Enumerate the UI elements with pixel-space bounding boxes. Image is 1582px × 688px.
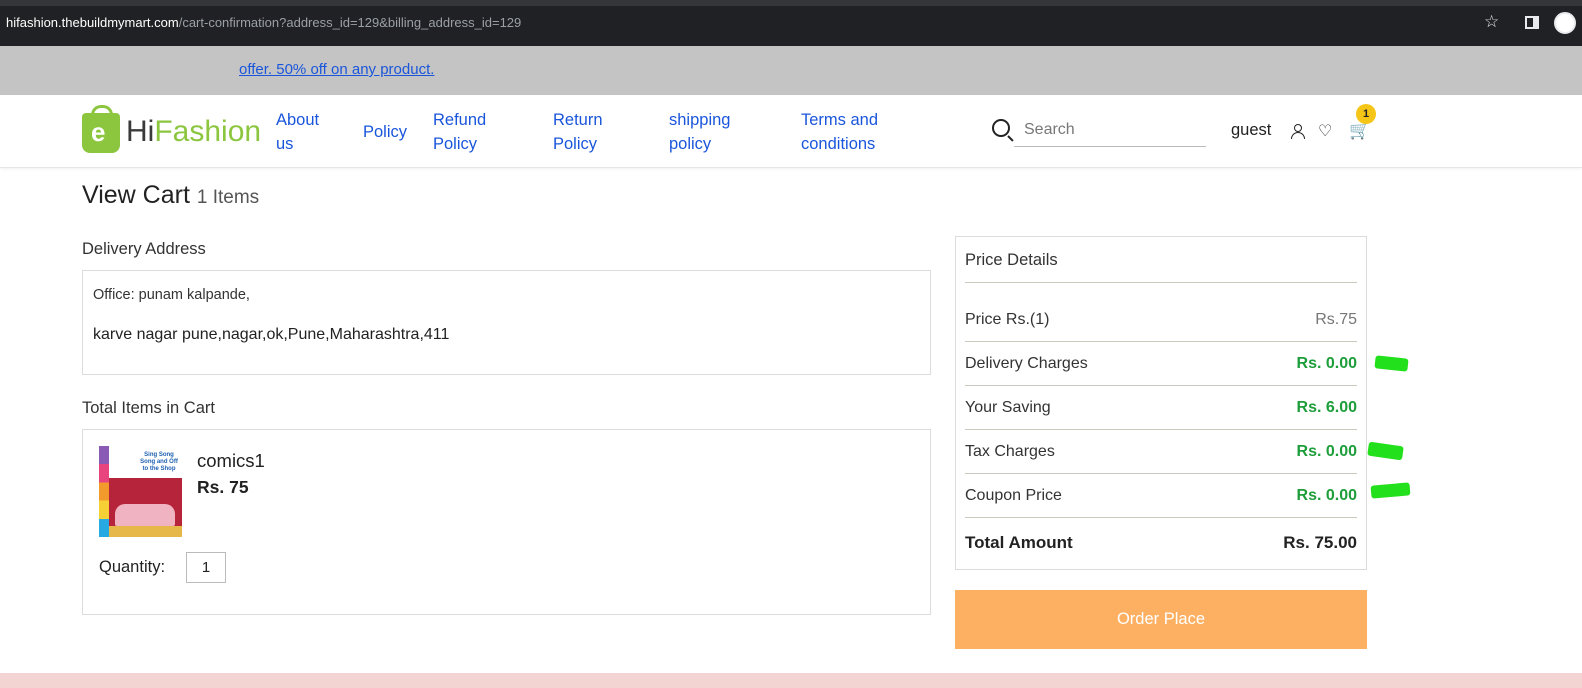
user-name[interactable]: guest — [1231, 121, 1271, 140]
offer-link[interactable]: offer. 50% off on any product. — [239, 61, 434, 78]
search-icon[interactable] — [992, 119, 1010, 137]
price-row-coupon-price: Coupon Price Rs. 0.00 — [965, 474, 1357, 518]
offer-banner: offer. 50% off on any product. — [0, 46, 1582, 95]
cart-icon[interactable]: 🛒 — [1349, 121, 1370, 141]
nav-return-policy[interactable]: Return Policy — [553, 108, 603, 156]
site-header: e HiFashion About us Policy Refund Policy … — [0, 95, 1582, 168]
cover-text: Sing Song Song and Off to the Shop — [140, 452, 178, 472]
annotation-mark — [1374, 355, 1409, 372]
price-row-delivery-charges: Delivery Charges Rs. 0.00 — [965, 342, 1357, 386]
address-line-2: karve nagar pune,nagar,ok,Pune,Maharasht… — [93, 326, 450, 343]
cart-count-badge: 1 — [1356, 104, 1376, 124]
nav-refund-policy[interactable]: Refund Policy — [433, 108, 486, 156]
quantity-label: Quantity: — [99, 558, 166, 576]
url-host: hifashion.thebuildmymart.com — [6, 15, 179, 30]
page-title: View Cart 1 Items — [82, 181, 260, 209]
cart-item-count: 1 Items — [196, 187, 260, 208]
cart-items-box: Sing Song Song and Off to the Shop comic… — [82, 429, 931, 615]
url-text[interactable]: hifashion.thebuildmymart.com/cart-confir… — [6, 15, 521, 30]
nav-about-us[interactable]: About us — [276, 108, 319, 156]
delivery-address-box: Office: punam kalpande, karve nagar pune… — [82, 270, 931, 375]
annotation-mark — [1370, 482, 1411, 499]
quantity-input[interactable] — [186, 552, 226, 583]
browser-tab-strip — [0, 0, 1582, 6]
total-amount-value: Rs. 75.00 — [1283, 533, 1357, 552]
price-row-your-saving: Your Saving Rs. 6.00 — [965, 386, 1357, 430]
price-row-price: Price Rs.(1) Rs.75 — [965, 298, 1357, 342]
address-line-1: Office: punam kalpande, — [93, 287, 250, 303]
browser-toolbar: hifashion.thebuildmymart.com/cart-confir… — [0, 0, 1582, 46]
bookmark-star-icon[interactable]: ☆ — [1484, 12, 1499, 32]
search-input[interactable] — [1014, 113, 1206, 147]
product-name[interactable]: comics1 — [197, 450, 265, 472]
url-path: /cart-confirmation?address_id=129&billin… — [178, 15, 522, 30]
user-icon[interactable] — [1291, 124, 1305, 139]
wishlist-heart-icon[interactable]: ♡ — [1318, 121, 1332, 140]
footer-strip — [0, 673, 1582, 688]
annotation-mark — [1367, 441, 1404, 461]
nav-policy[interactable]: Policy — [363, 120, 407, 144]
price-details-box: Price Details Price Rs.(1) Rs.75 Deliver… — [955, 236, 1367, 570]
nav-terms-and-conditions[interactable]: Terms and conditions — [801, 108, 878, 156]
delivery-address-label: Delivery Address — [82, 240, 206, 258]
total-items-label: Total Items in Cart — [82, 399, 215, 417]
logo-text: HiFashion — [126, 115, 262, 148]
site-logo[interactable]: e HiFashion — [82, 105, 262, 155]
price-details-title: Price Details — [965, 251, 1058, 269]
nav-shipping-policy[interactable]: shipping policy — [669, 108, 730, 156]
order-place-button[interactable]: Order Place — [955, 590, 1367, 649]
profile-avatar-icon[interactable] — [1554, 12, 1576, 34]
price-row-tax-charges: Tax Charges Rs. 0.00 — [965, 430, 1357, 474]
product-thumbnail[interactable]: Sing Song Song and Off to the Shop — [99, 446, 182, 537]
product-price: Rs. 75 — [197, 477, 249, 497]
side-panel-icon[interactable] — [1525, 16, 1539, 29]
shopping-bag-logo-icon: e — [82, 105, 120, 153]
